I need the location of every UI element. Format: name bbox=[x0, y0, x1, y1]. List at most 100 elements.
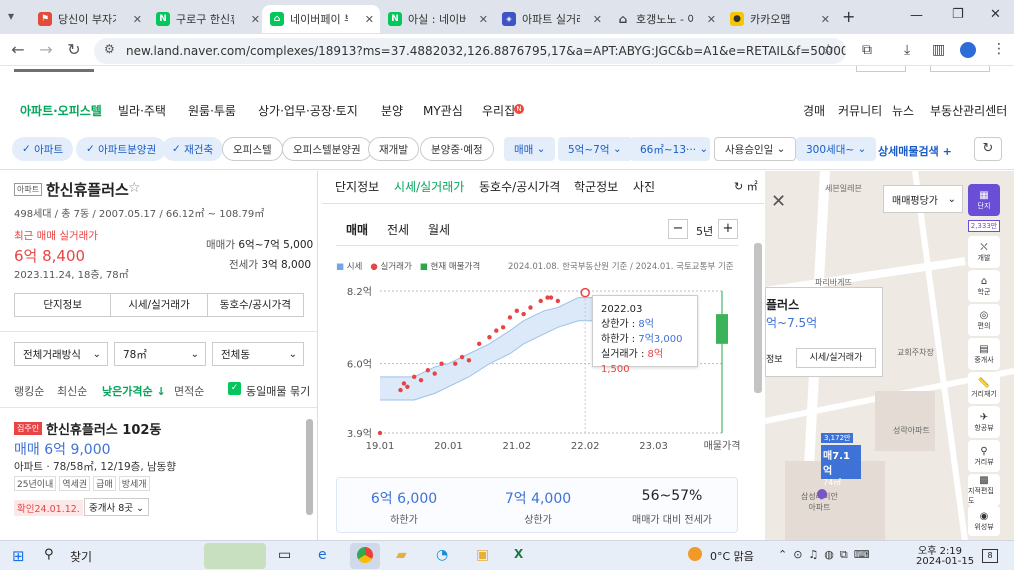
rail-aerial[interactable]: ✈ 항공뷰 bbox=[968, 406, 1000, 438]
period-plus-button[interactable]: + bbox=[718, 219, 738, 239]
checkbox-icon[interactable]: ✓ bbox=[228, 382, 241, 395]
filter-apartment[interactable]: ✓ 아파트 bbox=[12, 137, 74, 161]
notification-icon[interactable]: 8 bbox=[982, 549, 998, 563]
sort-area[interactable]: 면적순 bbox=[174, 383, 204, 399]
rail-development[interactable]: ⛌ 개발 bbox=[968, 236, 1000, 268]
sidepanel-icon[interactable]: ▥ bbox=[932, 42, 945, 58]
close-icon[interactable]: ✕ bbox=[771, 191, 786, 212]
area-select[interactable]: 78㎡ ⌄ bbox=[114, 342, 206, 366]
excel-icon[interactable]: X bbox=[514, 547, 523, 561]
browser-tab-6[interactable]: ● 카카오맵 ✕ bbox=[722, 5, 836, 33]
tab-search-icon[interactable]: ▾ bbox=[8, 9, 14, 23]
tab-school[interactable]: 학군정보 bbox=[574, 178, 618, 195]
complex-info-button[interactable]: 단지정보 bbox=[15, 294, 112, 316]
select-area-range[interactable]: 66㎡~13··· ⌄ bbox=[630, 137, 710, 161]
clock-time[interactable]: 오후 2:19 bbox=[918, 542, 962, 557]
edge-legacy-icon[interactable]: e bbox=[318, 547, 327, 563]
menu-icon[interactable]: ⋮ bbox=[992, 41, 1006, 57]
close-icon[interactable]: ✕ bbox=[707, 13, 716, 26]
nav-news[interactable]: 뉴스 bbox=[892, 102, 914, 119]
sort-lowest-price[interactable]: 낮은가격순 ↓ bbox=[102, 383, 166, 399]
rail-satellite[interactable]: ◉ 위성뷰 bbox=[968, 506, 1000, 536]
select-price-range[interactable]: 5억~7억 ⌄ bbox=[558, 137, 632, 161]
tab-photos[interactable]: 사진 bbox=[633, 178, 655, 195]
close-icon[interactable]: ✕ bbox=[133, 13, 142, 26]
tab-unit-price[interactable]: 동호수/공시가격 bbox=[479, 178, 560, 195]
nav-presale[interactable]: 분양 bbox=[381, 102, 403, 119]
unit-toggle[interactable]: ↻ ㎡ bbox=[734, 178, 758, 194]
scrollbar[interactable] bbox=[306, 419, 313, 515]
nav-auction[interactable]: 경매 bbox=[803, 102, 825, 119]
filter-officetel-presale[interactable]: 오피스텔분양권 bbox=[282, 137, 372, 161]
browser-tab-0[interactable]: ⚑ 당신이 부자가 ✕ bbox=[30, 5, 148, 33]
close-icon[interactable]: ✕ bbox=[365, 13, 374, 26]
nav-apartment[interactable]: 아파트·오피스텔 bbox=[20, 102, 102, 119]
unit-price-button[interactable]: 동호수/공시가격 bbox=[208, 294, 303, 316]
subtab-sale[interactable]: 매매 bbox=[346, 221, 368, 238]
tray-icons[interactable]: ⌃⊙♫◍⧉⌨ bbox=[778, 548, 876, 562]
select-households[interactable]: 300세대~ ⌄ bbox=[796, 137, 877, 161]
filter-officetel[interactable]: 오피스텔 bbox=[222, 137, 283, 161]
popup-price-button[interactable]: 시세/실거래가 bbox=[796, 348, 876, 368]
nav-commercial[interactable]: 상가·업무·공장·토지 bbox=[258, 102, 358, 119]
nav-my[interactable]: MY관심 bbox=[423, 102, 463, 119]
select-approval-date[interactable]: 사용승인일 ⌄ bbox=[714, 137, 797, 161]
nav-community[interactable]: 커뮤니티 bbox=[838, 102, 882, 119]
close-icon[interactable]: ✕ bbox=[479, 13, 488, 26]
select-trade-type[interactable]: 매매 ⌄ bbox=[504, 137, 556, 161]
rail-measure[interactable]: 📏 거리재기 bbox=[968, 372, 1000, 404]
sort-latest[interactable]: 최신순 bbox=[57, 383, 87, 399]
filter-presale-scheduled[interactable]: 분양중·예정 bbox=[420, 137, 494, 161]
scrollbar[interactable] bbox=[754, 243, 762, 393]
close-icon[interactable]: ✕ bbox=[593, 13, 602, 26]
browser-tab-2[interactable]: ⌂ 네이버페이 부 ✕ bbox=[262, 5, 380, 33]
period-minus-button[interactable]: − bbox=[668, 219, 688, 239]
dong-select[interactable]: 전체동 ⌄ bbox=[212, 342, 304, 366]
rail-streetview[interactable]: ⚲ 거리뷰 bbox=[968, 440, 1000, 472]
agents-dropdown[interactable]: 중개사 8곳 ⌄ bbox=[84, 498, 150, 516]
popup-info-button[interactable]: 정보 bbox=[766, 352, 794, 365]
map-marker[interactable]: 매7.1억 74㎡ bbox=[821, 445, 861, 487]
price-layer-select[interactable]: 매매평당가 ⌄ bbox=[883, 185, 963, 213]
new-tab-button[interactable]: + bbox=[842, 7, 855, 26]
windows-start-icon[interactable]: ⊞ bbox=[12, 547, 25, 565]
nav-villa[interactable]: 빌라·주택 bbox=[118, 102, 166, 119]
taskbar-search-label[interactable]: 찾기 bbox=[70, 548, 92, 565]
url-field[interactable]: ⚙ new.land.naver.com/complexes/18913?ms=… bbox=[94, 38, 846, 64]
forward-icon[interactable]: → bbox=[36, 40, 56, 59]
extensions-icon[interactable]: ⧉ bbox=[862, 42, 872, 58]
browser-tab-4[interactable]: ◈ 아파트 실거래 ✕ bbox=[494, 5, 608, 33]
clock-date[interactable]: 2024-01-15 bbox=[916, 556, 974, 567]
sort-ranking[interactable]: 랭킹순 bbox=[14, 383, 44, 399]
weather-text[interactable]: 0°C 맑음 bbox=[710, 548, 754, 564]
detail-search-button[interactable]: 상세매물검색 + bbox=[878, 143, 952, 159]
tab-price-history[interactable]: 시세/실거래가 bbox=[394, 178, 464, 195]
browser-tab-1[interactable]: N 구로구 한신휴 ✕ bbox=[148, 5, 266, 33]
nav-ourhome[interactable]: 우리집 bbox=[482, 102, 515, 119]
back-icon[interactable]: ← bbox=[8, 40, 28, 59]
profile-icon[interactable] bbox=[960, 42, 976, 58]
subtab-jeonse[interactable]: 전세 bbox=[387, 221, 409, 238]
download-icon[interactable]: ⤓ bbox=[904, 42, 910, 58]
reload-icon[interactable]: ↻ bbox=[64, 40, 84, 59]
folder-icon[interactable]: ▰ bbox=[396, 547, 407, 563]
filter-redevelopment[interactable]: 재개발 bbox=[368, 137, 419, 161]
chrome-icon[interactable] bbox=[357, 547, 373, 563]
minimize-icon[interactable]: — bbox=[910, 8, 923, 23]
window-close-icon[interactable]: ✕ bbox=[990, 7, 1001, 22]
bookmark-star-icon[interactable]: ☆ bbox=[822, 42, 835, 58]
favorite-star-icon[interactable]: ☆ bbox=[128, 180, 141, 196]
trade-select[interactable]: 전체거래방식 ⌄ bbox=[14, 342, 108, 366]
rail-complex[interactable]: ▦ 단지 bbox=[968, 184, 1000, 216]
refresh-icon[interactable]: ↻ bbox=[974, 137, 1002, 161]
search-icon[interactable]: ⚲ bbox=[44, 547, 54, 562]
filter-apartment-presale[interactable]: ✓ 아파트분양권 bbox=[76, 137, 167, 161]
task-view-icon[interactable]: ▭ bbox=[278, 547, 291, 563]
subtab-monthly[interactable]: 월세 bbox=[428, 221, 450, 238]
nav-oneroom[interactable]: 원룸·투룸 bbox=[188, 102, 236, 119]
rail-convenience[interactable]: ◎ 편의 bbox=[968, 304, 1000, 336]
app-icon[interactable]: ▣ bbox=[476, 547, 489, 563]
filter-reconstruction[interactable]: ✓ 재건축 bbox=[162, 137, 224, 161]
nav-agent-center[interactable]: 부동산관리센터 bbox=[930, 102, 1007, 119]
browser-tab-3[interactable]: N 아실 : 네이버 ✕ bbox=[380, 5, 494, 33]
